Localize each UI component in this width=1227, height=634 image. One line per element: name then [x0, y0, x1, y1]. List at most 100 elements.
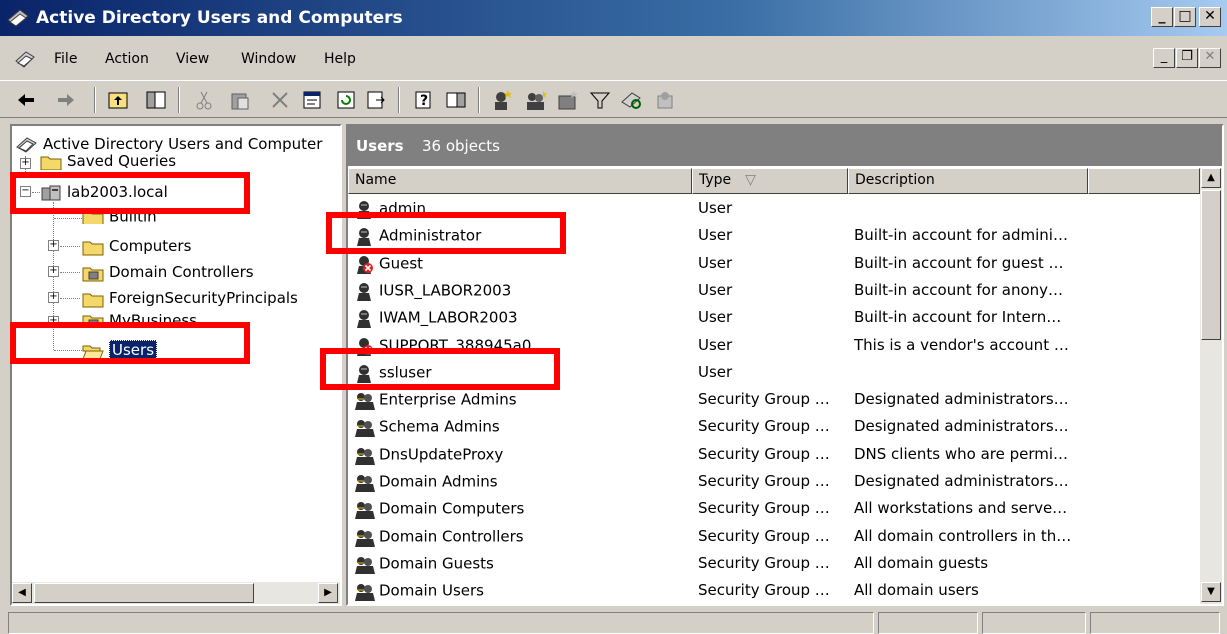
scroll-down-button[interactable]: ▼	[1201, 582, 1221, 602]
menu-action[interactable]: Action	[105, 51, 149, 67]
paste-icon[interactable]	[228, 88, 252, 112]
tree-item-computers[interactable]: Computers	[82, 234, 191, 258]
table-row[interactable]: admin User	[348, 196, 1198, 223]
add-to-group-icon[interactable]	[654, 88, 678, 112]
minimize-button[interactable]: _	[1151, 7, 1173, 27]
tree-item-builtin[interactable]: Builtin	[82, 208, 157, 224]
table-row[interactable]: Enterprise Admins Security Group … Designa…	[348, 387, 1198, 414]
table-row[interactable]: Domain Controllers Security Group … All do…	[348, 524, 1198, 551]
menu-view[interactable]: View	[176, 51, 209, 67]
user-disabled-icon	[354, 254, 376, 274]
expand-computers[interactable]: +	[48, 240, 59, 251]
table-row[interactable]: SUPPORT_388945a0 User This is a vendor's a…	[348, 333, 1198, 360]
details-header: Users 36 objects	[348, 126, 1222, 166]
new-group-icon[interactable]	[524, 88, 548, 112]
tree-item-domain-controllers[interactable]: Domain Controllers	[82, 260, 254, 284]
table-row[interactable]: Domain Guests Security Group … All domain …	[348, 551, 1198, 578]
row-type: User	[698, 335, 733, 354]
expand-saved-queries[interactable]: +	[20, 158, 31, 169]
group-icon	[354, 499, 376, 520]
expand-domain-controllers[interactable]: +	[48, 266, 59, 277]
close-button[interactable]: ✕	[1199, 7, 1221, 27]
console-tree[interactable]: Active Directory Users and Computer + Sa…	[10, 124, 342, 606]
table-row[interactable]: DnsUpdateProxy Security Group … DNS client…	[348, 442, 1198, 469]
tree-horizontal-scrollbar[interactable]: ◀ ▶	[12, 582, 340, 604]
collapse-domain[interactable]: −	[20, 186, 31, 197]
help-icon[interactable]: ?	[412, 88, 436, 112]
refresh-icon[interactable]	[334, 88, 358, 112]
table-row[interactable]: Guest User Built-in account for guest …	[348, 251, 1198, 278]
show-console-tree-icon[interactable]	[144, 88, 168, 112]
scroll-thumb[interactable]	[1201, 190, 1221, 340]
table-row[interactable]: Administrator User Built-in account for ad…	[348, 223, 1198, 250]
child-restore-button[interactable]: ❐	[1176, 48, 1198, 68]
child-minimize-button[interactable]: _	[1153, 48, 1175, 68]
up-one-level-icon[interactable]	[106, 88, 130, 112]
child-close-button[interactable]: ✕	[1199, 48, 1221, 68]
delete-icon[interactable]	[268, 88, 292, 112]
user-icon	[354, 199, 376, 219]
table-row[interactable]: Domain Admins Security Group … Designated …	[348, 469, 1198, 496]
status-cell	[982, 612, 1086, 634]
scroll-left-button[interactable]: ◀	[12, 583, 32, 603]
console-icon[interactable]	[14, 48, 36, 70]
forward-arrow-icon[interactable]	[54, 88, 78, 112]
properties-icon[interactable]	[300, 88, 324, 112]
scroll-up-button[interactable]: ▲	[1201, 168, 1221, 188]
row-description: All workstations and serve…	[854, 499, 1068, 518]
user-icon	[354, 281, 376, 301]
row-name: Domain Computers	[354, 499, 524, 520]
column-header-description[interactable]: Description	[848, 168, 1088, 194]
object-count: 36 objects	[422, 137, 500, 155]
row-type: User	[698, 199, 733, 217]
show-action-pane-icon[interactable]	[444, 88, 468, 112]
row-description: All domain guests	[854, 553, 989, 572]
title-bar[interactable]: Active Directory Users and Computers _ □…	[0, 0, 1227, 36]
table-row[interactable]: Schema Admins Security Group … Designated …	[348, 414, 1198, 441]
back-arrow-icon[interactable]	[14, 88, 38, 112]
column-header-type[interactable]: Type ▽	[692, 168, 848, 194]
new-ou-icon[interactable]	[556, 88, 580, 112]
row-type: Security Group …	[698, 472, 830, 490]
table-row[interactable]: IWAM_LABOR2003 User Built-in account for I…	[348, 305, 1198, 332]
table-row[interactable]: Domain Computers Security Group … All work…	[348, 496, 1198, 523]
table-row[interactable]: Domain Users Security Group … All domain u…	[348, 578, 1198, 604]
export-list-icon[interactable]	[364, 88, 388, 112]
tree-item-domain[interactable]: lab2003.local	[40, 180, 168, 204]
maximize-button[interactable]: □	[1174, 7, 1196, 27]
toolbar-separator	[398, 87, 400, 113]
group-icon	[354, 445, 376, 465]
row-description: All domain users	[854, 581, 979, 600]
group-icon	[354, 390, 376, 411]
row-name: IUSR_LABOR2003	[354, 281, 511, 301]
column-header-name[interactable]: Name	[348, 168, 692, 194]
expand-mybusiness[interactable]: +	[48, 316, 59, 327]
tree-item-mybusiness[interactable]: MyBusiness	[82, 312, 197, 326]
scroll-right-button[interactable]: ▶	[318, 583, 338, 603]
menu-window[interactable]: Window	[241, 51, 296, 67]
expand-foreign-security-principals[interactable]: +	[48, 292, 59, 303]
scroll-thumb[interactable]	[34, 583, 254, 603]
tree-item-foreign-security-principals[interactable]: ForeignSecurityPrincipals	[82, 286, 298, 310]
find-icon[interactable]	[620, 88, 644, 112]
row-description: Built-in account for Intern…	[854, 308, 1062, 327]
user-icon	[354, 363, 376, 383]
ou-icon	[82, 315, 104, 326]
table-row[interactable]: ssluser User	[348, 360, 1198, 387]
list-vertical-scrollbar[interactable]: ▲ ▼	[1200, 168, 1222, 604]
cut-icon[interactable]	[192, 88, 216, 112]
folder-icon	[40, 156, 62, 170]
new-user-icon[interactable]	[490, 88, 514, 112]
filter-icon[interactable]	[588, 88, 612, 112]
table-row[interactable]: IUSR_LABOR2003 User Built-in account for a…	[348, 278, 1198, 305]
tree-item-users[interactable]: Users	[82, 338, 158, 362]
menu-help[interactable]: Help	[324, 51, 356, 67]
menu-file[interactable]: File	[54, 51, 77, 67]
toolbar-separator	[94, 87, 96, 113]
column-header-empty[interactable]	[1088, 168, 1200, 194]
window-title: Active Directory Users and Computers	[36, 8, 403, 28]
row-name: IWAM_LABOR2003	[354, 308, 518, 329]
row-name: ssluser	[354, 363, 432, 383]
row-name: Guest	[354, 254, 423, 274]
tree-item-saved-queries[interactable]: Saved Queries	[40, 152, 176, 170]
